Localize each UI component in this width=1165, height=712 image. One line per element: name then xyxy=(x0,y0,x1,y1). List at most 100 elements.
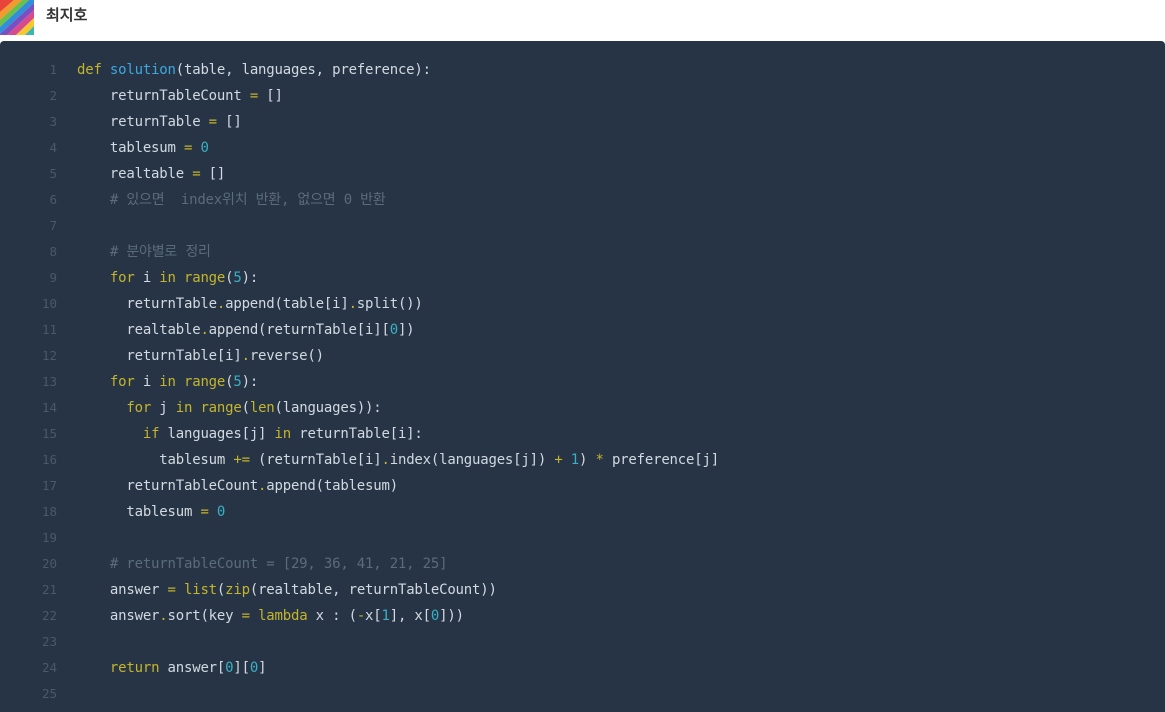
code-text: return answer[0][0] xyxy=(77,655,267,681)
line-number: 5 xyxy=(49,166,57,181)
code-line: 25 xyxy=(0,681,1165,707)
line-number: 22 xyxy=(41,608,57,623)
code-token: + xyxy=(554,452,563,468)
code-token: 1 xyxy=(570,452,580,468)
code-token: tablesum xyxy=(77,140,184,156)
line-number: 9 xyxy=(49,270,57,285)
line-number: 8 xyxy=(49,244,57,259)
code-token: in xyxy=(159,374,176,390)
line-number: 14 xyxy=(41,400,57,415)
code-token: answer xyxy=(77,608,160,624)
code-token: . xyxy=(216,296,226,312)
code-text: realtable.append(returnTable[i][0]) xyxy=(77,317,414,343)
code-token: answer[ xyxy=(159,660,226,676)
code-token: * xyxy=(595,452,604,468)
code-line: 19 xyxy=(0,525,1165,551)
code-line: 17 returnTableCount.append(tablesum) xyxy=(0,473,1165,499)
code-text: # 있으면 index위치 반환, 없으면 0 반환 xyxy=(77,187,386,213)
code-line: 23 xyxy=(0,629,1165,655)
code-token: 5 xyxy=(233,374,242,390)
line-number: 15 xyxy=(41,426,57,441)
code-token: (languages)): xyxy=(274,400,382,416)
code-lines: 1 def solution(table, languages, preferen… xyxy=(0,57,1165,707)
code-token: . xyxy=(381,452,390,468)
code-line: 1 def solution(table, languages, preferen… xyxy=(0,57,1165,83)
code-token: tablesum xyxy=(77,452,234,468)
code-text: def solution(table, languages, preferenc… xyxy=(77,57,431,83)
code-line: 21 answer = list(zip(realtable, returnTa… xyxy=(0,577,1165,603)
code-line: 16 tablesum += (returnTable[i].index(lan… xyxy=(0,447,1165,473)
line-number: 20 xyxy=(41,556,57,571)
code-line: 5 realtable = [] xyxy=(0,161,1165,187)
code-token: lambda xyxy=(258,608,308,624)
code-text: for j in range(len(languages)): xyxy=(77,395,382,421)
code-token: ], x[ xyxy=(389,608,431,624)
line-number: 16 xyxy=(41,452,57,467)
code-line: 3 returnTable = [] xyxy=(0,109,1165,135)
line-number: 18 xyxy=(41,504,57,519)
code-token: returnTable xyxy=(77,114,209,130)
line-number: 11 xyxy=(41,322,57,337)
code-token: ( xyxy=(216,582,226,598)
code-token: in xyxy=(274,426,292,442)
code-line: 18 tablesum = 0 xyxy=(0,499,1165,525)
code-token: x[ xyxy=(365,608,382,624)
code-line: 2 returnTableCount = [] xyxy=(0,83,1165,109)
code-token: 0 xyxy=(430,608,440,624)
code-line: 11 realtable.append(returnTable[i][0]) xyxy=(0,317,1165,343)
code-line: 12 returnTable[i].reverse() xyxy=(0,343,1165,369)
code-token: return xyxy=(109,660,160,676)
code-token: for xyxy=(109,374,135,390)
code-token: list xyxy=(184,582,217,598)
code-token: index(languages[j]) xyxy=(389,452,555,468)
code-line: 4 tablesum = 0 xyxy=(0,135,1165,161)
code-text: answer = list(zip(realtable, returnTable… xyxy=(77,577,497,603)
code-token: range xyxy=(200,400,242,416)
code-text: for i in range(5): xyxy=(77,265,258,291)
code-text: returnTable.append(table[i].split()) xyxy=(77,291,422,317)
code-token: += xyxy=(233,452,250,468)
code-token: for xyxy=(126,400,152,416)
line-number: 24 xyxy=(41,660,57,675)
code-token: 0 xyxy=(216,504,226,520)
code-token: i xyxy=(134,374,160,390)
code-line: 9 for i in range(5): xyxy=(0,265,1165,291)
code-token: for xyxy=(109,270,135,286)
code-token: 0 xyxy=(249,660,259,676)
code-token: = xyxy=(208,114,217,130)
code-line: 10 returnTable.append(table[i].split()) xyxy=(0,291,1165,317)
code-text: tablesum += (returnTable[i].index(langua… xyxy=(77,447,719,473)
code-line: 8 # 분야별로 정리 xyxy=(0,239,1165,265)
line-number: 4 xyxy=(49,140,57,155)
code-text: returnTableCount.append(tablesum) xyxy=(77,473,398,499)
post-header: 최지호 xyxy=(0,0,1165,41)
code-token: if xyxy=(142,426,160,442)
line-number: 10 xyxy=(41,296,57,311)
code-token: ] xyxy=(258,660,267,676)
code-token: . xyxy=(241,348,250,364)
code-text: tablesum = 0 xyxy=(77,135,209,161)
code-token: def xyxy=(77,62,102,78)
author-name[interactable]: 최지호 xyxy=(46,5,87,25)
code-token: # 분야별로 정리 xyxy=(77,244,211,260)
code-token: range xyxy=(184,270,226,286)
code-token: returnTable xyxy=(77,296,217,312)
code-token: . xyxy=(159,608,168,624)
code-token: returnTableCount xyxy=(77,88,250,104)
line-number: 17 xyxy=(41,478,57,493)
line-number: 1 xyxy=(49,62,57,77)
code-token: append(tablesum) xyxy=(266,478,398,494)
avatar[interactable] xyxy=(0,0,34,35)
code-token: # 있으면 index위치 반환, 없으면 0 반환 xyxy=(77,192,386,208)
code-token: returnTable[i]: xyxy=(290,426,423,442)
code-token: returnTableCount xyxy=(77,478,259,494)
code-token: x : ( xyxy=(307,608,357,624)
